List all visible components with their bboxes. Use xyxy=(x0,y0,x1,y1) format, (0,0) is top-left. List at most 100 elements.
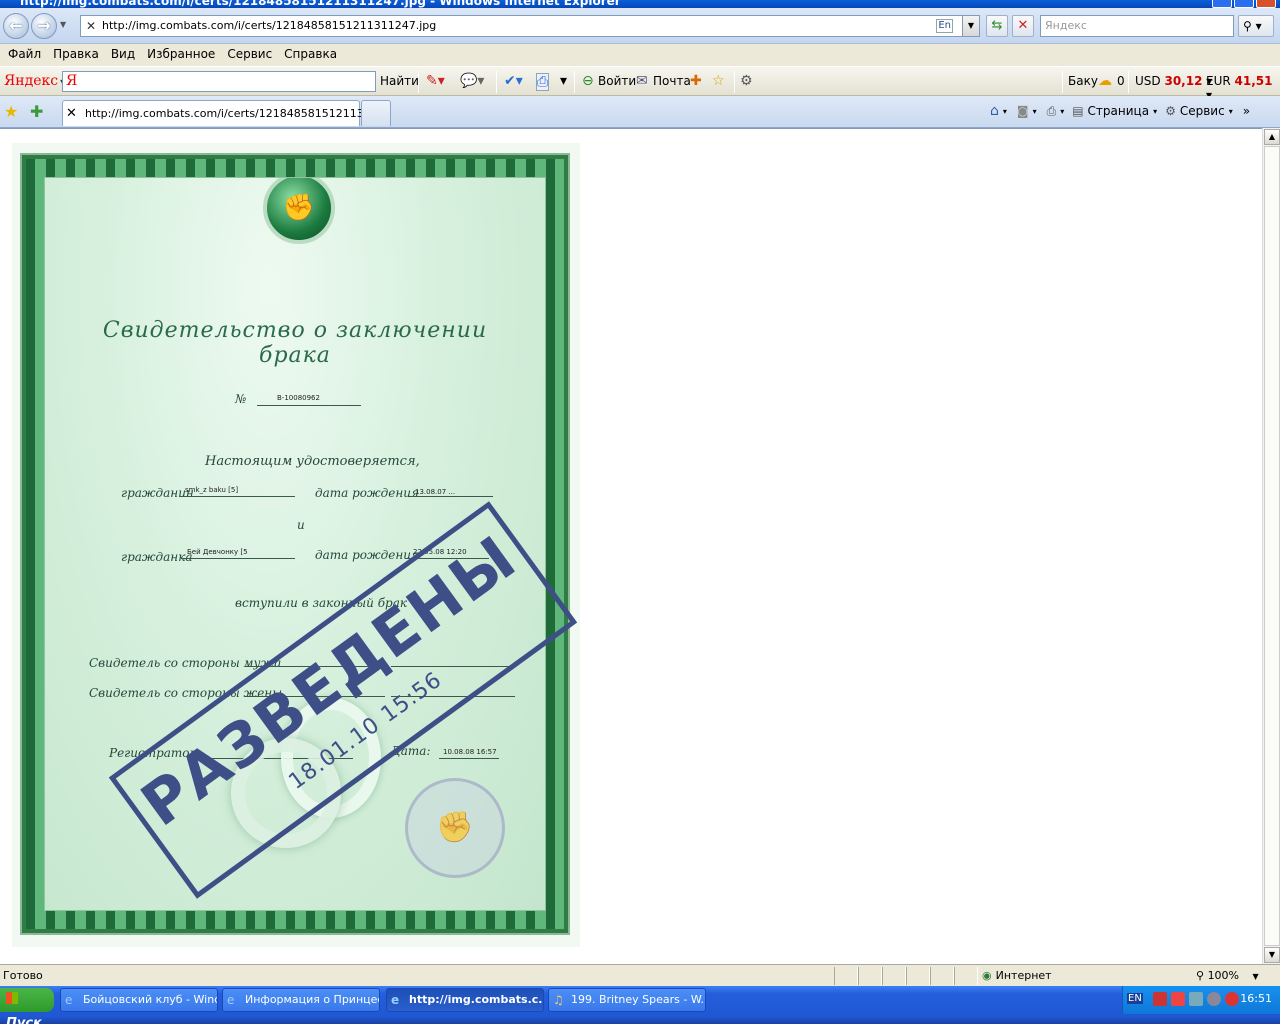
settings-gear-icon[interactable]: ⚙ xyxy=(740,73,753,89)
toolbar-separator xyxy=(574,71,575,93)
page-menu-button[interactable]: Страница xyxy=(1088,104,1150,118)
back-button[interactable]: ← xyxy=(3,13,29,39)
zoom-dropdown-icon[interactable]: ▼ xyxy=(1253,972,1259,981)
rss-feed-icon[interactable]: ◙ xyxy=(1017,104,1029,118)
translate-dropdown-icon[interactable]: ▾ xyxy=(560,73,567,89)
forward-button[interactable]: → xyxy=(31,13,57,39)
ie-icon: e xyxy=(391,993,400,1007)
yandex-search-input[interactable]: Я xyxy=(62,71,376,92)
number-line xyxy=(257,405,361,406)
dob-m-line xyxy=(409,496,493,497)
citizen-f-label: гражданка xyxy=(121,550,193,564)
clock: 16:51 xyxy=(1240,992,1272,1005)
taskbar-item-player[interactable]: ♫ 199. Britney Spears - W... xyxy=(548,988,706,1012)
yandex-toolbar: Яндекс▼ Я Найти ✎▾ 💬▾ ✔▾ ⎙ ▾ ⊖ Войти ✉ П… xyxy=(0,66,1280,102)
taskbar-item-info[interactable]: e Информация о Принцес... xyxy=(222,988,380,1012)
history-dropdown-icon[interactable]: ▼ xyxy=(60,20,66,29)
usd-rate[interactable]: USD 30,12 ▾ xyxy=(1135,74,1212,88)
ie-icon: e xyxy=(65,993,73,1007)
yandex-logo[interactable]: Яндекс▼ xyxy=(4,73,66,89)
input-language[interactable]: EN xyxy=(1127,993,1143,1004)
address-dropdown-icon[interactable]: ▼ xyxy=(962,16,979,36)
tab-current[interactable]: ✕ http://img.combats.com/i/certs/1218485… xyxy=(62,100,388,126)
favorites-add-icon[interactable]: ☆ xyxy=(712,73,725,89)
tray-app-icon[interactable] xyxy=(1225,992,1239,1006)
zone-label: Интернет xyxy=(995,969,1052,982)
mail-link[interactable]: Почта xyxy=(653,74,691,88)
search-icon: ⚲ xyxy=(1243,19,1252,33)
date-line xyxy=(439,758,499,759)
toolbar-separator xyxy=(1062,71,1063,93)
yandex-ya-icon: Я xyxy=(66,73,78,89)
new-tab-button[interactable] xyxy=(361,100,391,126)
zoom-control[interactable]: ⚲ 100% ▼ xyxy=(1196,969,1259,982)
menu-tools[interactable]: Сервис xyxy=(221,44,278,66)
start-button[interactable]: Пуск xyxy=(0,988,54,1024)
menu-edit[interactable]: Правка xyxy=(47,44,105,66)
language-badge[interactable]: En xyxy=(936,19,953,33)
minimize-button[interactable] xyxy=(1212,0,1232,8)
search-button[interactable]: ⚲ ▾ xyxy=(1238,15,1274,37)
dob-m-value: 13.08.07 ... xyxy=(415,488,456,496)
favorites-star-icon[interactable]: ★ xyxy=(4,102,18,121)
witness1-label: Свидетель со стороны мужа xyxy=(89,656,282,670)
scroll-thumb[interactable] xyxy=(1264,146,1280,946)
menu-view[interactable]: Вид xyxy=(105,44,141,66)
print-icon[interactable]: ⎙ xyxy=(1047,104,1057,119)
translate-icon[interactable]: ⎙ xyxy=(536,73,550,91)
spellcheck-icon[interactable]: ✔▾ xyxy=(504,73,523,89)
comment-icon[interactable]: 💬▾ xyxy=(460,73,484,89)
tray-app-icon[interactable] xyxy=(1153,992,1167,1006)
login-link[interactable]: Войти xyxy=(598,74,636,88)
menu-help[interactable]: Справка xyxy=(278,44,343,66)
citizen-f-line xyxy=(181,558,295,559)
tray-app-icon[interactable] xyxy=(1207,992,1221,1006)
certificate-paper: ✊ Свидетельство о заключении брака № В-1… xyxy=(20,153,578,935)
address-field[interactable]: ✕ http://img.combats.com/i/certs/1218485… xyxy=(80,15,980,37)
yandex-find-button[interactable]: Найти xyxy=(380,74,419,88)
command-bar: ⌂ ▾ ◙ ▾ ⎙ ▾ ▤ Страница ▾ ⚙ Сервис ▾ » xyxy=(990,103,1251,119)
weather-city[interactable]: Баку xyxy=(1068,74,1098,88)
login-icon[interactable]: ⊖ xyxy=(582,73,594,89)
window-controls xyxy=(1212,0,1276,8)
status-pane xyxy=(930,967,954,985)
menu-file[interactable]: Файл xyxy=(2,44,47,66)
certifies-text: Настоящим удостоверяется, xyxy=(205,454,420,469)
menu-favorites[interactable]: Избранное xyxy=(141,44,221,66)
close-button[interactable] xyxy=(1256,0,1276,8)
mail-icon[interactable]: ✉ xyxy=(636,73,648,89)
taskbar-item-current[interactable]: e http://img.combats.c... xyxy=(386,988,544,1012)
tab-favicon-icon: ✕ xyxy=(66,106,77,121)
scroll-down-icon[interactable]: ▼ xyxy=(1264,947,1280,963)
marker-icon[interactable]: ✎▾ xyxy=(426,73,445,89)
scroll-up-icon[interactable]: ▲ xyxy=(1264,129,1280,145)
status-bar: Готово ◉ Интернет ⚲ 100% ▼ xyxy=(0,964,1280,986)
zoom-icon: ⚲ xyxy=(1196,969,1205,982)
media-player-icon: ♫ xyxy=(553,993,564,1007)
stop-icon[interactable]: ✕ xyxy=(1012,15,1034,37)
citizen-m-label: гражданин xyxy=(121,486,194,500)
status-pane xyxy=(906,967,930,985)
home-icon[interactable]: ⌂ xyxy=(990,103,999,119)
toolbar-separator xyxy=(734,71,735,93)
service-menu-button[interactable]: Сервис xyxy=(1180,104,1225,118)
weather-temp[interactable]: 0 xyxy=(1117,74,1125,88)
citizen-f-name: Бей Девчонку [5 xyxy=(187,548,248,556)
network-icon[interactable] xyxy=(1189,992,1203,1006)
search-input[interactable]: Яндекс xyxy=(1040,15,1234,37)
vertical-scrollbar[interactable]: ▲ ▼ xyxy=(1262,128,1280,964)
antivirus-icon[interactable] xyxy=(1171,992,1185,1006)
seal-stamp-icon: ✊ xyxy=(405,778,505,878)
refresh-icon[interactable]: ⇆ xyxy=(986,15,1008,37)
citizen-m-line xyxy=(179,496,295,497)
bookmark-add-icon[interactable]: ✚ xyxy=(690,73,702,89)
security-zone[interactable]: ◉ Интернет xyxy=(982,969,1052,982)
date-value: 10.08.08 16:57 xyxy=(443,748,497,756)
dob-f-label: дата рождения xyxy=(315,548,419,562)
maximize-button[interactable] xyxy=(1234,0,1254,8)
number-label: № xyxy=(235,392,247,406)
chevron-more-icon[interactable]: » xyxy=(1243,104,1250,118)
add-favorite-icon[interactable]: ✚ xyxy=(30,102,43,121)
taskbar-item-combats[interactable]: e Бойцовский клуб - Wind... xyxy=(60,988,218,1012)
citizen-m-name: smk_z baku [5] xyxy=(185,486,239,494)
